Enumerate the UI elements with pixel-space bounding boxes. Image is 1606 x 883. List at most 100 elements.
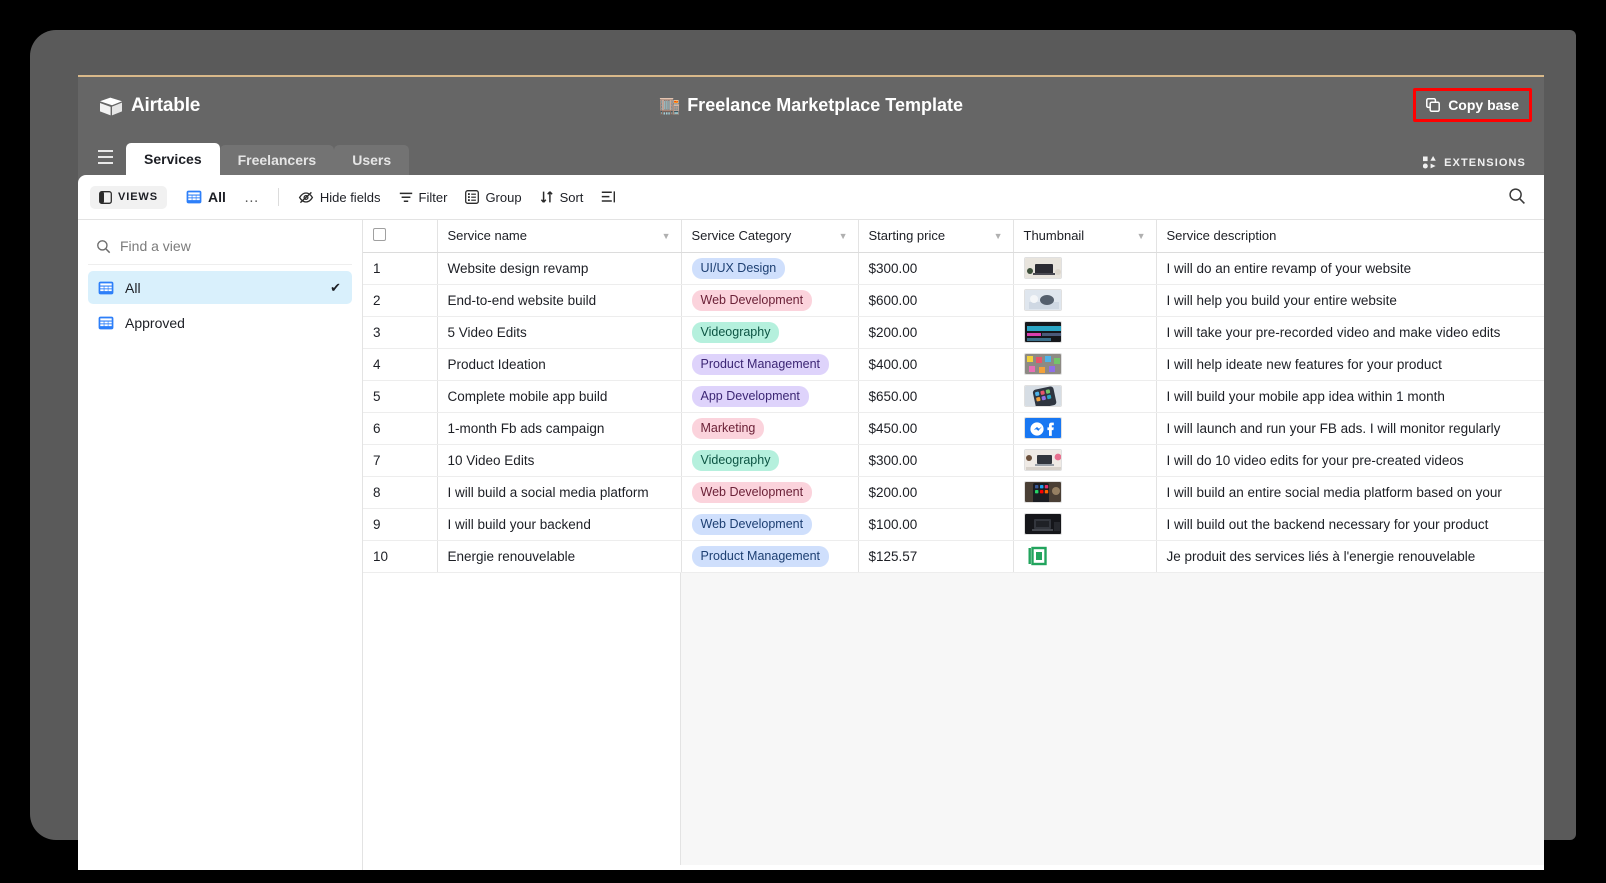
cell-starting-price[interactable]: $400.00	[858, 348, 1014, 381]
cell-service-description[interactable]: I will build out the backend necessary f…	[1156, 508, 1544, 541]
row-number-cell[interactable]: 3	[363, 316, 438, 349]
cell-service-description[interactable]: I will build your mobile app idea within…	[1156, 380, 1544, 413]
cell-starting-price[interactable]: $200.00	[858, 316, 1014, 349]
cell-starting-price[interactable]: $450.00	[858, 412, 1014, 445]
table-row[interactable]: 3 5 Video Edits Videography $200.00 I will t…	[363, 316, 1544, 349]
sort-button[interactable]: Sort	[531, 185, 593, 210]
column-header-service-category[interactable]: Service Category ▼	[681, 220, 859, 253]
select-all-checkbox[interactable]	[373, 227, 386, 241]
cell-service-name[interactable]: 1-month Fb ads campaign	[437, 412, 682, 445]
cell-service-name[interactable]: Product Ideation	[437, 348, 682, 381]
cell-service-description[interactable]: I will take your pre-recorded video and …	[1156, 316, 1544, 349]
cell-service-description[interactable]: Je produit des services liés à l'energie…	[1156, 540, 1544, 573]
cell-service-description[interactable]: I will launch and run your FB ads. I wil…	[1156, 412, 1544, 445]
cell-thumbnail[interactable]	[1013, 380, 1157, 413]
cell-thumbnail[interactable]	[1013, 316, 1157, 349]
cell-service-category[interactable]: Web Development	[681, 284, 859, 317]
row-number-cell[interactable]: 5	[363, 380, 438, 413]
cell-service-name[interactable]: Complete mobile app build	[437, 380, 682, 413]
find-view-input[interactable]	[120, 238, 344, 254]
column-header-select-all[interactable]	[363, 220, 438, 253]
chevron-down-icon[interactable]: ▼	[1137, 231, 1146, 241]
cell-service-description[interactable]: I will do an entire revamp of your websi…	[1156, 252, 1544, 285]
chevron-down-icon[interactable]: ▼	[839, 231, 848, 241]
cell-service-description[interactable]: I will do 10 video edits for your pre-cr…	[1156, 444, 1544, 477]
cell-thumbnail[interactable]	[1013, 540, 1157, 573]
cell-starting-price[interactable]: $300.00	[858, 252, 1014, 285]
table-row[interactable]: 1 Website design revamp UI/UX Design $300.0…	[363, 252, 1544, 285]
row-number-cell[interactable]: 2	[363, 284, 438, 317]
cell-service-category[interactable]: Product Management	[681, 348, 859, 381]
cell-service-name[interactable]: 10 Video Edits	[437, 444, 682, 477]
current-view-button[interactable]: All	[177, 184, 235, 210]
cell-thumbnail[interactable]	[1013, 284, 1157, 317]
filter-button[interactable]: Filter	[390, 185, 457, 210]
cell-starting-price[interactable]: $125.57	[858, 540, 1014, 573]
hide-fields-button[interactable]: Hide fields	[289, 185, 390, 210]
cell-service-name[interactable]: Energie renouvelable	[437, 540, 682, 573]
cell-service-category[interactable]: Web Development	[681, 508, 859, 541]
row-number-cell[interactable]: 9	[363, 508, 438, 541]
table-row[interactable]: 4 Product Ideation Product Management $400.…	[363, 348, 1544, 381]
row-height-button[interactable]	[592, 185, 625, 209]
cell-service-name[interactable]: I will build a social media platform	[437, 476, 682, 509]
cell-service-name[interactable]: I will build your backend	[437, 508, 682, 541]
sidebar-item-approved[interactable]: Approved	[88, 306, 352, 339]
cell-thumbnail[interactable]	[1013, 252, 1157, 285]
table-row[interactable]: 10 Energie renouvelable Product Management…	[363, 540, 1544, 573]
column-header-starting-price[interactable]: Starting price ▼	[858, 220, 1014, 253]
row-number-cell[interactable]: 7	[363, 444, 438, 477]
table-row[interactable]: 5 Complete mobile app build App Developmen…	[363, 380, 1544, 413]
cell-service-category[interactable]: Web Development	[681, 476, 859, 509]
cell-thumbnail[interactable]	[1013, 444, 1157, 477]
cell-service-category[interactable]: Product Management	[681, 540, 859, 573]
cell-service-category[interactable]: Videography	[681, 316, 859, 349]
cell-service-name[interactable]: Website design revamp	[437, 252, 682, 285]
cell-starting-price[interactable]: $200.00	[858, 476, 1014, 509]
cell-service-category[interactable]: Marketing	[681, 412, 859, 445]
row-number-cell[interactable]: 8	[363, 476, 438, 509]
table-row[interactable]: 2 End-to-end website build Web Development…	[363, 284, 1544, 317]
column-header-service-description[interactable]: Service description	[1156, 220, 1544, 253]
table-row[interactable]: 9 I will build your backend Web Developmen…	[363, 508, 1544, 541]
row-number-cell[interactable]: 10	[363, 540, 438, 573]
cell-starting-price[interactable]: $100.00	[858, 508, 1014, 541]
copy-base-button[interactable]: Copy base	[1422, 95, 1523, 115]
cell-thumbnail[interactable]	[1013, 348, 1157, 381]
sidebar-item-all[interactable]: All ✔	[88, 271, 352, 304]
chevron-down-icon[interactable]: ▼	[994, 231, 1003, 241]
table-row[interactable]: 7 10 Video Edits Videography $300.00 I will …	[363, 444, 1544, 477]
cell-thumbnail[interactable]	[1013, 476, 1157, 509]
cell-service-description[interactable]: I will help ideate new features for your…	[1156, 348, 1544, 381]
cell-starting-price[interactable]: $300.00	[858, 444, 1014, 477]
cell-thumbnail[interactable]	[1013, 508, 1157, 541]
cell-service-name[interactable]: 5 Video Edits	[437, 316, 682, 349]
tab-services[interactable]: Services	[126, 143, 220, 175]
table-row[interactable]: 6 1-month Fb ads campaign Marketing $450.00…	[363, 412, 1544, 445]
cell-service-category[interactable]: UI/UX Design	[681, 252, 859, 285]
row-number-cell[interactable]: 4	[363, 348, 438, 381]
row-number-cell[interactable]: 6	[363, 412, 438, 445]
cell-starting-price[interactable]: $600.00	[858, 284, 1014, 317]
views-toggle-button[interactable]: VIEWS	[90, 185, 167, 209]
search-button[interactable]	[1508, 187, 1526, 210]
menu-hamburger-icon[interactable]	[88, 142, 122, 172]
column-header-service-name[interactable]: Service name ▼	[437, 220, 682, 253]
extensions-button[interactable]: EXTENSIONS	[1423, 156, 1526, 169]
cell-starting-price[interactable]: $650.00	[858, 380, 1014, 413]
cell-service-name[interactable]: End-to-end website build	[437, 284, 682, 317]
cell-service-description[interactable]: I will build an entire social media plat…	[1156, 476, 1544, 509]
airtable-brand[interactable]: Airtable	[99, 95, 200, 117]
cell-service-category[interactable]: Videography	[681, 444, 859, 477]
tab-users[interactable]: Users	[334, 145, 410, 175]
column-header-thumbnail[interactable]: Thumbnail ▼	[1013, 220, 1157, 253]
group-button[interactable]: Group	[456, 185, 530, 210]
row-number-cell[interactable]: 1	[363, 252, 438, 285]
view-more-options-button[interactable]: …	[235, 186, 268, 209]
cell-thumbnail[interactable]	[1013, 412, 1157, 445]
cell-service-description[interactable]: I will help you build your entire websit…	[1156, 284, 1544, 317]
chevron-down-icon[interactable]: ▼	[662, 231, 671, 241]
cell-service-category[interactable]: App Development	[681, 380, 859, 413]
table-row[interactable]: 8 I will build a social media platform Web…	[363, 476, 1544, 509]
tab-freelancers[interactable]: Freelancers	[219, 145, 335, 175]
